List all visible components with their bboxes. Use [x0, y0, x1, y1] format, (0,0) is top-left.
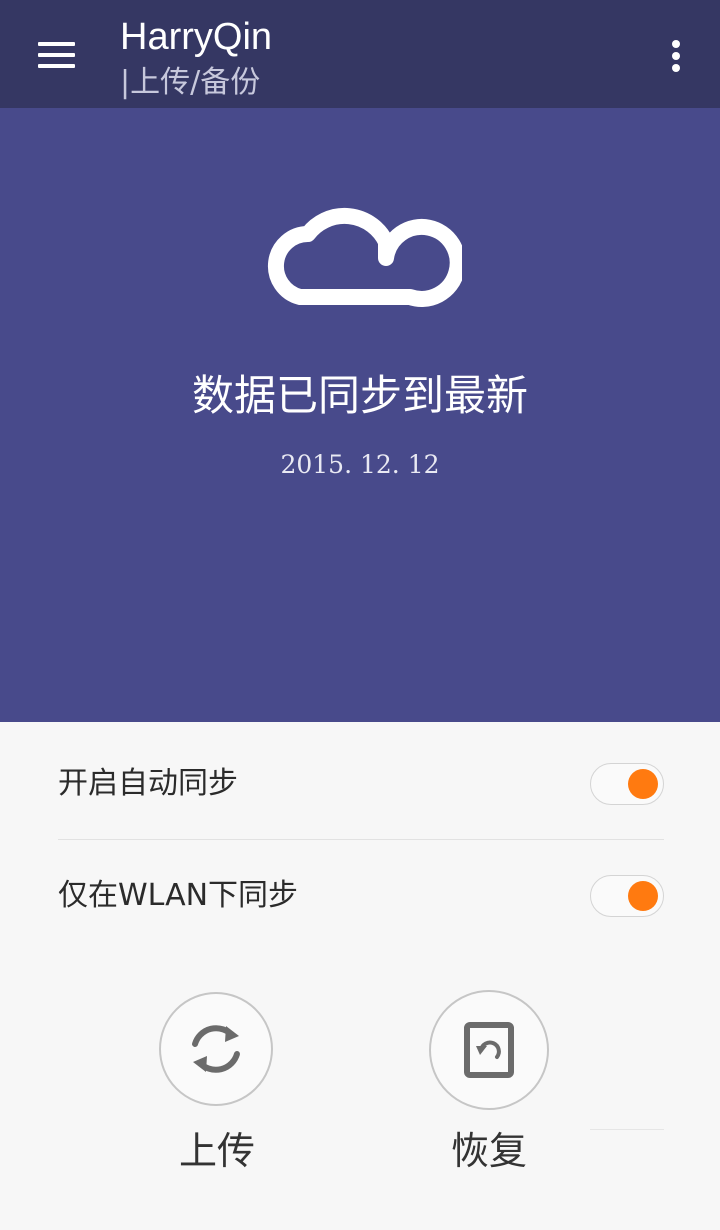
account-title: HarryQin	[120, 16, 273, 58]
upload-label: 上传	[178, 1129, 255, 1173]
sync-status-text: 数据已同步到最新	[191, 371, 528, 420]
hamburger-menu-icon[interactable]	[28, 34, 84, 76]
page-subtitle: |上传/备份	[120, 65, 261, 100]
auto-sync-toggle[interactable]	[590, 763, 664, 805]
auto-sync-row: 开启自动同步	[58, 728, 664, 840]
wlan-only-toggle[interactable]	[590, 875, 664, 917]
restore-button[interactable]: 恢复	[374, 990, 604, 1192]
divider	[590, 1129, 664, 1130]
wlan-only-row: 仅在WLAN下同步	[58, 840, 664, 952]
restore-icon	[464, 1022, 514, 1078]
toggle-knob	[628, 769, 658, 799]
restore-label: 恢复	[450, 1129, 527, 1173]
mi-cloud-icon	[267, 207, 462, 307]
app-bar: HarryQin |上传/备份	[0, 0, 720, 108]
restore-circle	[429, 990, 549, 1110]
auto-sync-label: 开启自动同步	[58, 766, 238, 801]
upload-button[interactable]: 上传	[102, 992, 332, 1192]
wlan-only-label: 仅在WLAN下同步	[58, 878, 299, 913]
last-sync-date: 2015. 12. 12	[280, 450, 440, 479]
sync-icon	[192, 1025, 240, 1073]
more-vertical-icon[interactable]	[656, 34, 696, 78]
toggle-knob	[628, 881, 658, 911]
upload-circle	[159, 992, 273, 1106]
sync-settings: 开启自动同步 仅在WLAN下同步	[0, 722, 720, 952]
sync-status-panel: 数据已同步到最新 2015. 12. 12	[0, 108, 720, 722]
